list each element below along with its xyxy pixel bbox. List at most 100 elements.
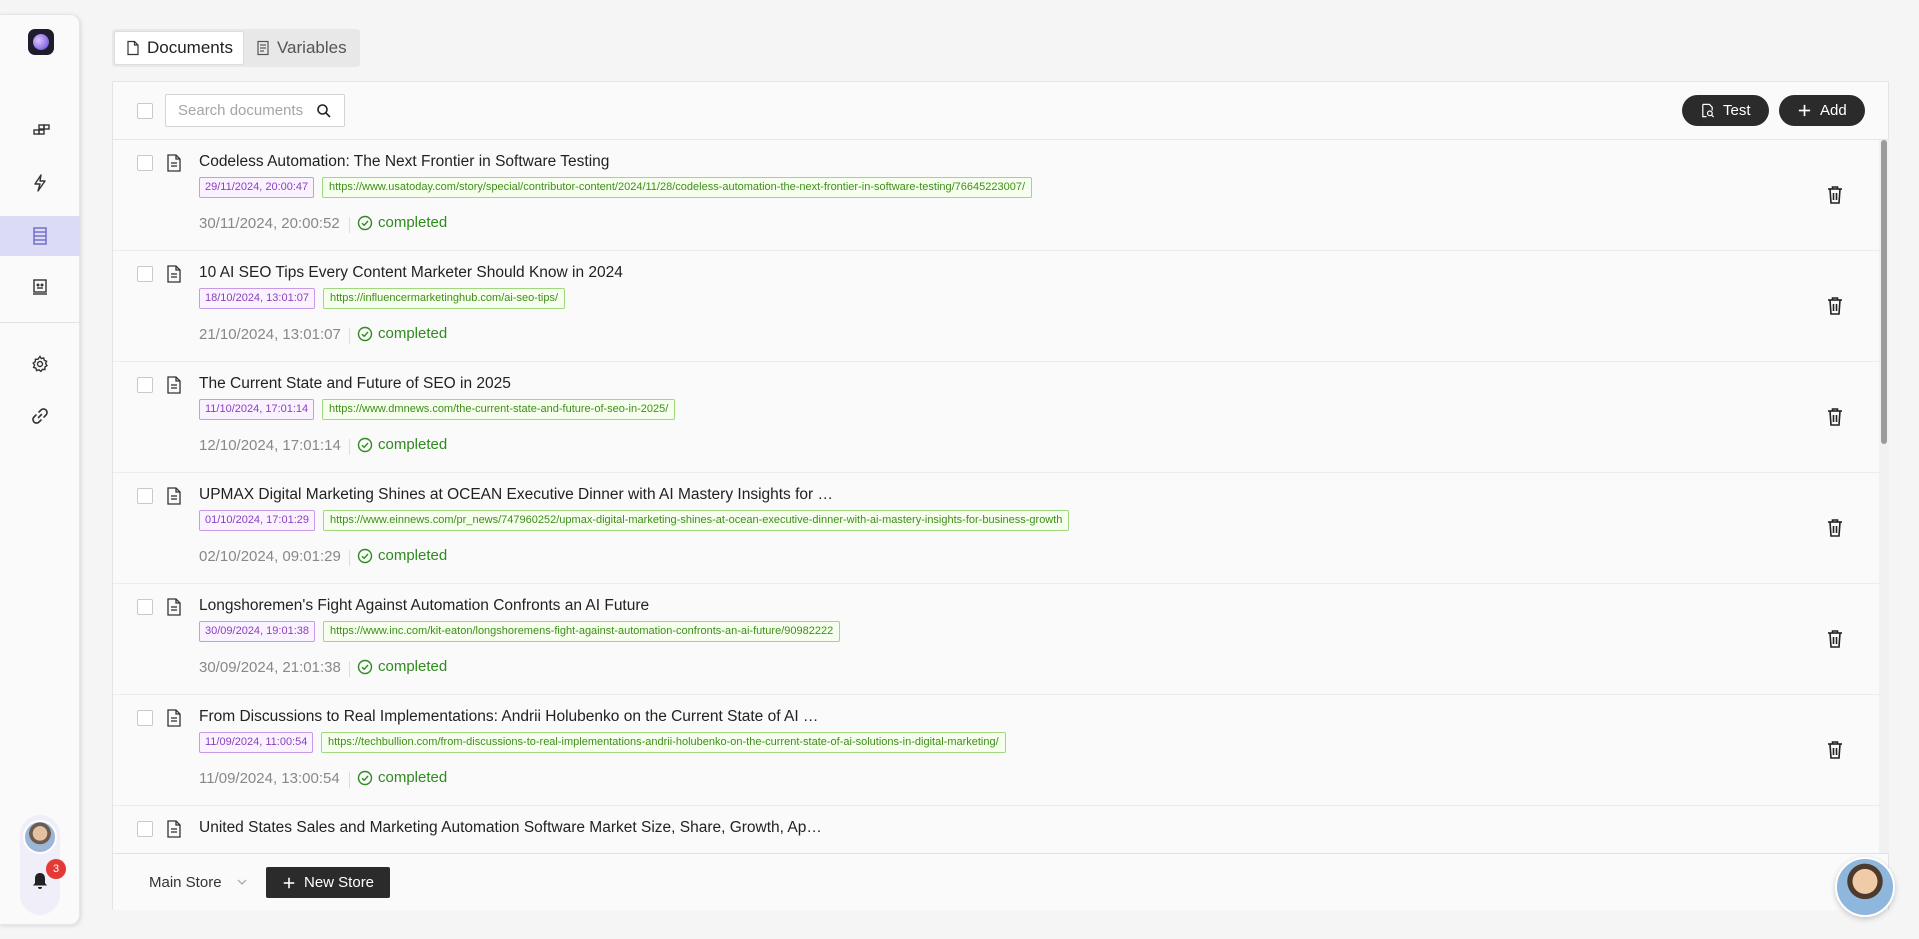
document-row[interactable]: United States Sales and Marketing Automa… — [113, 806, 1879, 853]
sidebar-item-workflows[interactable] — [0, 111, 80, 151]
status-label: completed — [378, 214, 448, 231]
document-icon — [167, 376, 181, 394]
row-checkbox[interactable] — [137, 266, 153, 282]
variables-icon — [257, 40, 269, 56]
new-store-button[interactable]: New Store — [266, 867, 391, 898]
document-icon — [167, 598, 181, 616]
trash-icon[interactable] — [1826, 296, 1844, 316]
source-url-tag[interactable]: https://www.usatoday.com/story/special/c… — [322, 177, 1033, 198]
document-row[interactable]: UPMAX Digital Marketing Shines at OCEAN … — [113, 473, 1879, 584]
source-url-tag[interactable]: https://www.einnews.com/pr_news/74796025… — [323, 510, 1070, 531]
list-scrollbar[interactable] — [1879, 140, 1889, 853]
document-list: Codeless Automation: The Next Frontier i… — [113, 140, 1879, 853]
document-title[interactable]: UPMAX Digital Marketing Shines at OCEAN … — [199, 486, 833, 504]
document-icon — [167, 154, 181, 172]
status-label: completed — [378, 436, 448, 453]
document-title[interactable]: 10 AI SEO Tips Every Content Marketer Sh… — [199, 264, 623, 282]
test-button-label: Test — [1723, 102, 1751, 119]
check-circle-icon — [357, 437, 373, 452]
status-badge: completed — [357, 547, 447, 564]
plus-icon — [283, 877, 295, 888]
trash-icon[interactable] — [1826, 629, 1844, 649]
search-icon[interactable] — [316, 103, 332, 119]
gear-icon — [32, 355, 48, 373]
document-row[interactable]: The Current State and Future of SEO in 2… — [113, 362, 1879, 473]
tab-label: Documents — [147, 38, 233, 57]
search-input[interactable] — [178, 102, 308, 119]
created-date-tag: 11/10/2024, 17:01:14 — [199, 399, 315, 420]
document-icon — [127, 40, 139, 56]
sidebar-item-documents[interactable] — [0, 216, 80, 256]
document-title[interactable]: Longshoremen's Fight Against Automation … — [199, 597, 649, 615]
trash-icon[interactable] — [1826, 518, 1844, 538]
app-logo[interactable] — [28, 29, 54, 55]
document-title[interactable]: From Discussions to Real Implementations… — [199, 708, 818, 726]
document-row[interactable]: From Discussions to Real Implementations… — [113, 695, 1879, 806]
updated-timestamp: 30/11/2024, 20:00:52 — [199, 215, 340, 232]
source-url-tag[interactable]: https://techbullion.com/from-discussions… — [321, 732, 1006, 753]
sidebar-item-integrations[interactable] — [0, 396, 80, 436]
database-icon — [33, 227, 47, 245]
search-box — [165, 94, 345, 127]
source-url-tag[interactable]: https://www.dmnews.com/the-current-state… — [322, 399, 676, 420]
row-checkbox[interactable] — [137, 377, 153, 393]
document-icon — [167, 487, 181, 505]
status-label: completed — [378, 658, 448, 675]
store-select-value: Main Store — [149, 873, 222, 891]
add-button[interactable]: Add — [1779, 95, 1865, 126]
chevron-down-icon — [237, 879, 247, 885]
check-circle-icon — [357, 659, 373, 674]
scrollbar-thumb[interactable] — [1881, 140, 1887, 444]
tab-label: Variables — [276, 38, 347, 57]
document-row[interactable]: Codeless Automation: The Next Frontier i… — [113, 140, 1879, 251]
row-checkbox[interactable] — [137, 155, 153, 171]
row-checkbox[interactable] — [137, 710, 153, 726]
test-button[interactable]: Test — [1682, 95, 1769, 126]
plus-icon — [1798, 104, 1811, 117]
row-checkbox[interactable] — [137, 821, 153, 837]
sidebar-item-actions[interactable] — [0, 163, 80, 203]
tab-bar: Documents Variables — [112, 29, 360, 67]
status-badge: completed — [357, 214, 447, 231]
document-title[interactable]: United States Sales and Marketing Automa… — [199, 819, 822, 837]
workflow-icon — [33, 124, 50, 135]
store-select[interactable]: Main Store — [137, 867, 257, 897]
source-url-tag[interactable]: https://influencermarketinghub.com/ai-se… — [323, 288, 566, 309]
check-circle-icon — [357, 770, 373, 785]
status-label: completed — [378, 325, 448, 342]
meta-divider — [349, 661, 350, 677]
document-row[interactable]: 10 AI SEO Tips Every Content Marketer Sh… — [113, 251, 1879, 362]
trash-icon[interactable] — [1826, 407, 1844, 427]
user-avatar[interactable] — [23, 820, 57, 854]
trash-icon[interactable] — [1826, 740, 1844, 760]
document-title[interactable]: The Current State and Future of SEO in 2… — [199, 375, 511, 393]
support-chat-avatar[interactable] — [1835, 857, 1895, 917]
created-date-tag: 18/10/2024, 13:01:07 — [199, 288, 315, 309]
document-row[interactable]: Longshoremen's Fight Against Automation … — [113, 584, 1879, 695]
new-store-label: New Store — [304, 874, 375, 891]
row-checkbox[interactable] — [137, 599, 153, 615]
status-label: completed — [378, 769, 448, 786]
updated-timestamp: 11/09/2024, 13:00:54 — [199, 770, 340, 787]
sidebar-divider — [0, 322, 80, 323]
trash-icon[interactable] — [1826, 185, 1844, 205]
footer: Main Store New Store — [113, 853, 1888, 910]
created-date-tag: 01/10/2024, 17:01:29 — [199, 510, 315, 531]
select-all-checkbox[interactable] — [137, 103, 153, 119]
sidebar: 3 — [0, 14, 80, 925]
sidebar-item-agents[interactable] — [0, 267, 80, 307]
sidebar-item-settings[interactable] — [0, 344, 80, 384]
tab-variables[interactable]: Variables — [245, 32, 357, 64]
status-badge: completed — [357, 325, 447, 342]
meta-divider — [349, 550, 350, 566]
notification-badge: 3 — [46, 859, 66, 879]
row-checkbox[interactable] — [137, 488, 153, 504]
source-url-tag[interactable]: https://www.inc.com/kit-eaton/longshorem… — [323, 621, 841, 642]
toolbar: Test Add — [113, 82, 1888, 140]
tab-documents[interactable]: Documents — [115, 32, 243, 64]
meta-divider — [349, 772, 350, 788]
check-circle-icon — [357, 548, 373, 563]
add-button-label: Add — [1820, 102, 1847, 119]
document-title[interactable]: Codeless Automation: The Next Frontier i… — [199, 153, 609, 171]
lightning-icon — [34, 174, 46, 192]
